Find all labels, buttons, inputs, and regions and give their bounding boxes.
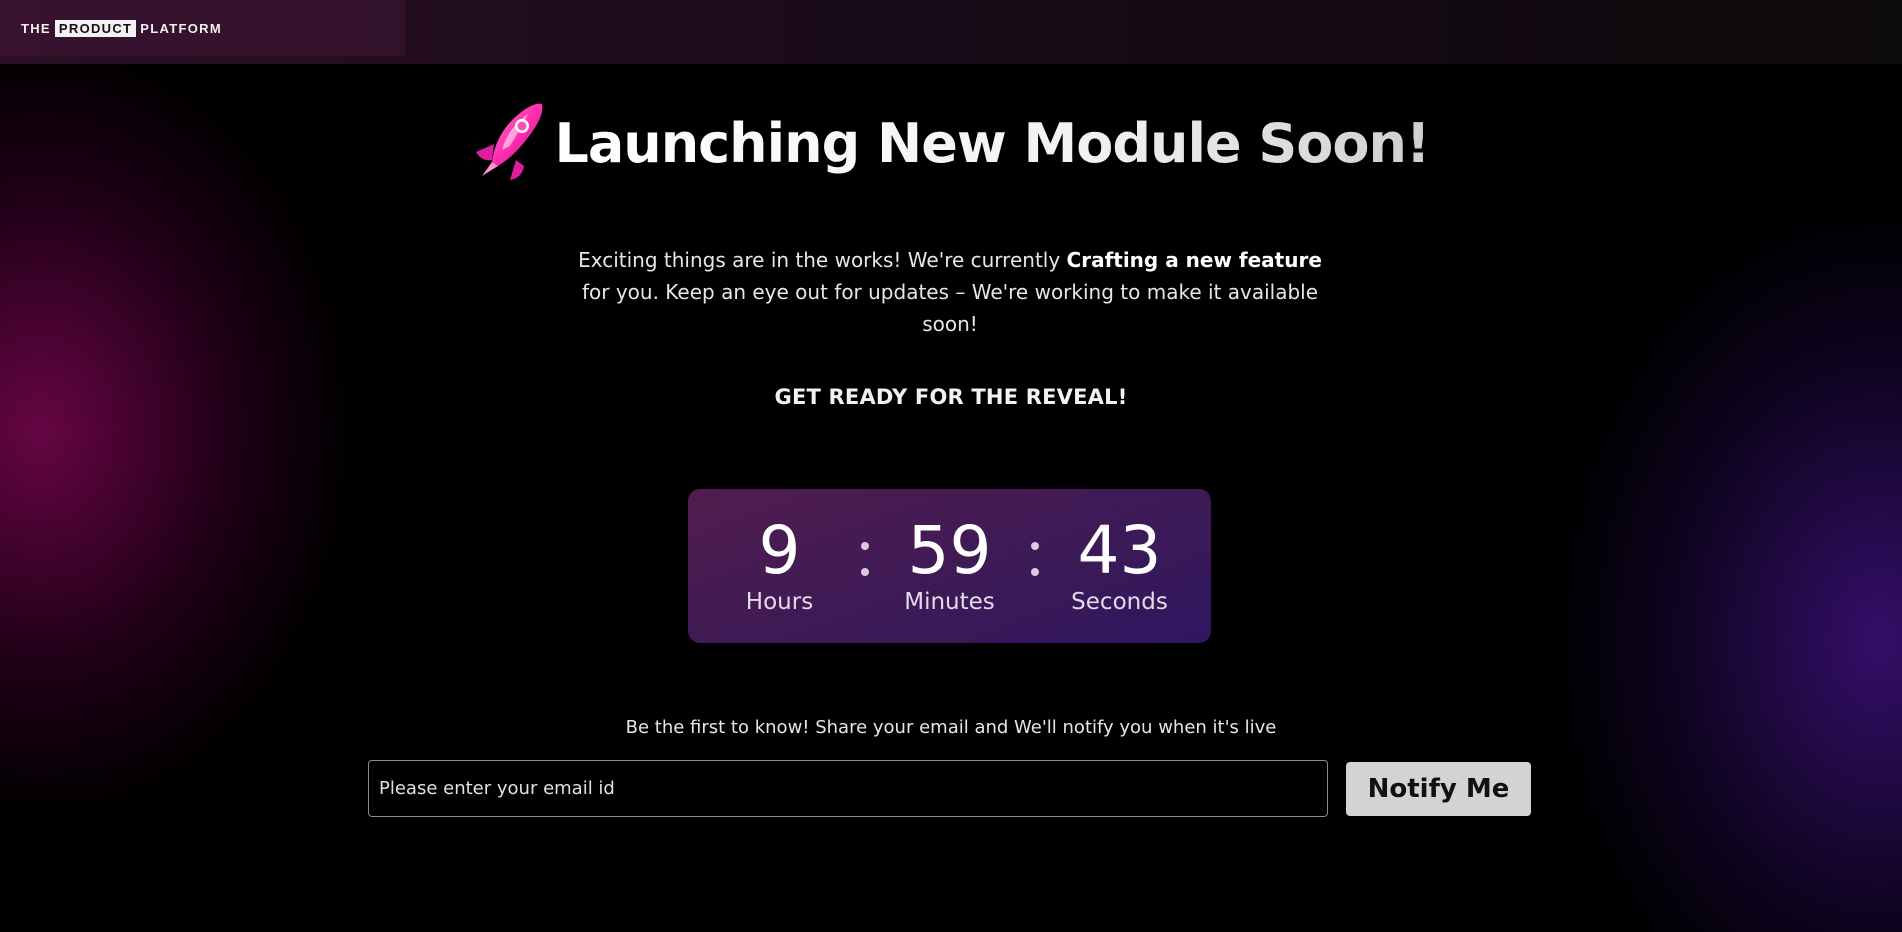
reveal-heading: GET READY FOR THE REVEAL! <box>774 385 1128 409</box>
colon-separator <box>1005 525 1065 593</box>
minutes-label: Minutes <box>904 589 995 615</box>
countdown-hours: 9 Hours <box>725 512 835 616</box>
countdown-timer: 9 Hours 59 Minutes 43 Seconds <box>688 489 1211 643</box>
countdown-seconds: 43 Seconds <box>1065 512 1175 616</box>
top-bar: THE PRODUCT PLATFORM <box>0 0 1902 64</box>
countdown-minutes: 59 Minutes <box>895 512 1005 616</box>
logo-prefix: THE <box>21 20 51 36</box>
logo-boxed-word: PRODUCT <box>54 19 137 37</box>
notify-me-button[interactable]: Notify Me <box>1346 762 1531 816</box>
colon-separator <box>835 525 895 593</box>
hero-heading: Launching New Module Soon! <box>0 100 1902 186</box>
logo-container[interactable]: THE PRODUCT PLATFORM <box>0 0 405 56</box>
coming-soon-page: THE PRODUCT PLATFORM Launching New Modul… <box>0 0 1902 932</box>
minutes-value: 59 <box>907 512 992 589</box>
page-title: Launching New Module Soon! <box>554 111 1430 175</box>
brand-logo[interactable]: THE PRODUCT PLATFORM <box>21 19 222 37</box>
description-outro: for you. Keep an eye out for updates – W… <box>581 280 1319 336</box>
seconds-label: Seconds <box>1071 589 1168 615</box>
hours-label: Hours <box>745 589 814 615</box>
description-text: Exciting things are in the works! We're … <box>566 244 1334 340</box>
hours-value: 9 <box>758 512 801 589</box>
notify-prompt: Be the first to know! Share your email a… <box>625 717 1277 738</box>
description-intro: Exciting things are in the works! We're … <box>578 248 1067 272</box>
logo-suffix: PLATFORM <box>140 20 222 36</box>
seconds-value: 43 <box>1077 512 1162 589</box>
rocket-icon <box>476 103 543 180</box>
email-field[interactable] <box>368 760 1328 817</box>
description-highlight: Crafting a new feature <box>1066 248 1322 272</box>
